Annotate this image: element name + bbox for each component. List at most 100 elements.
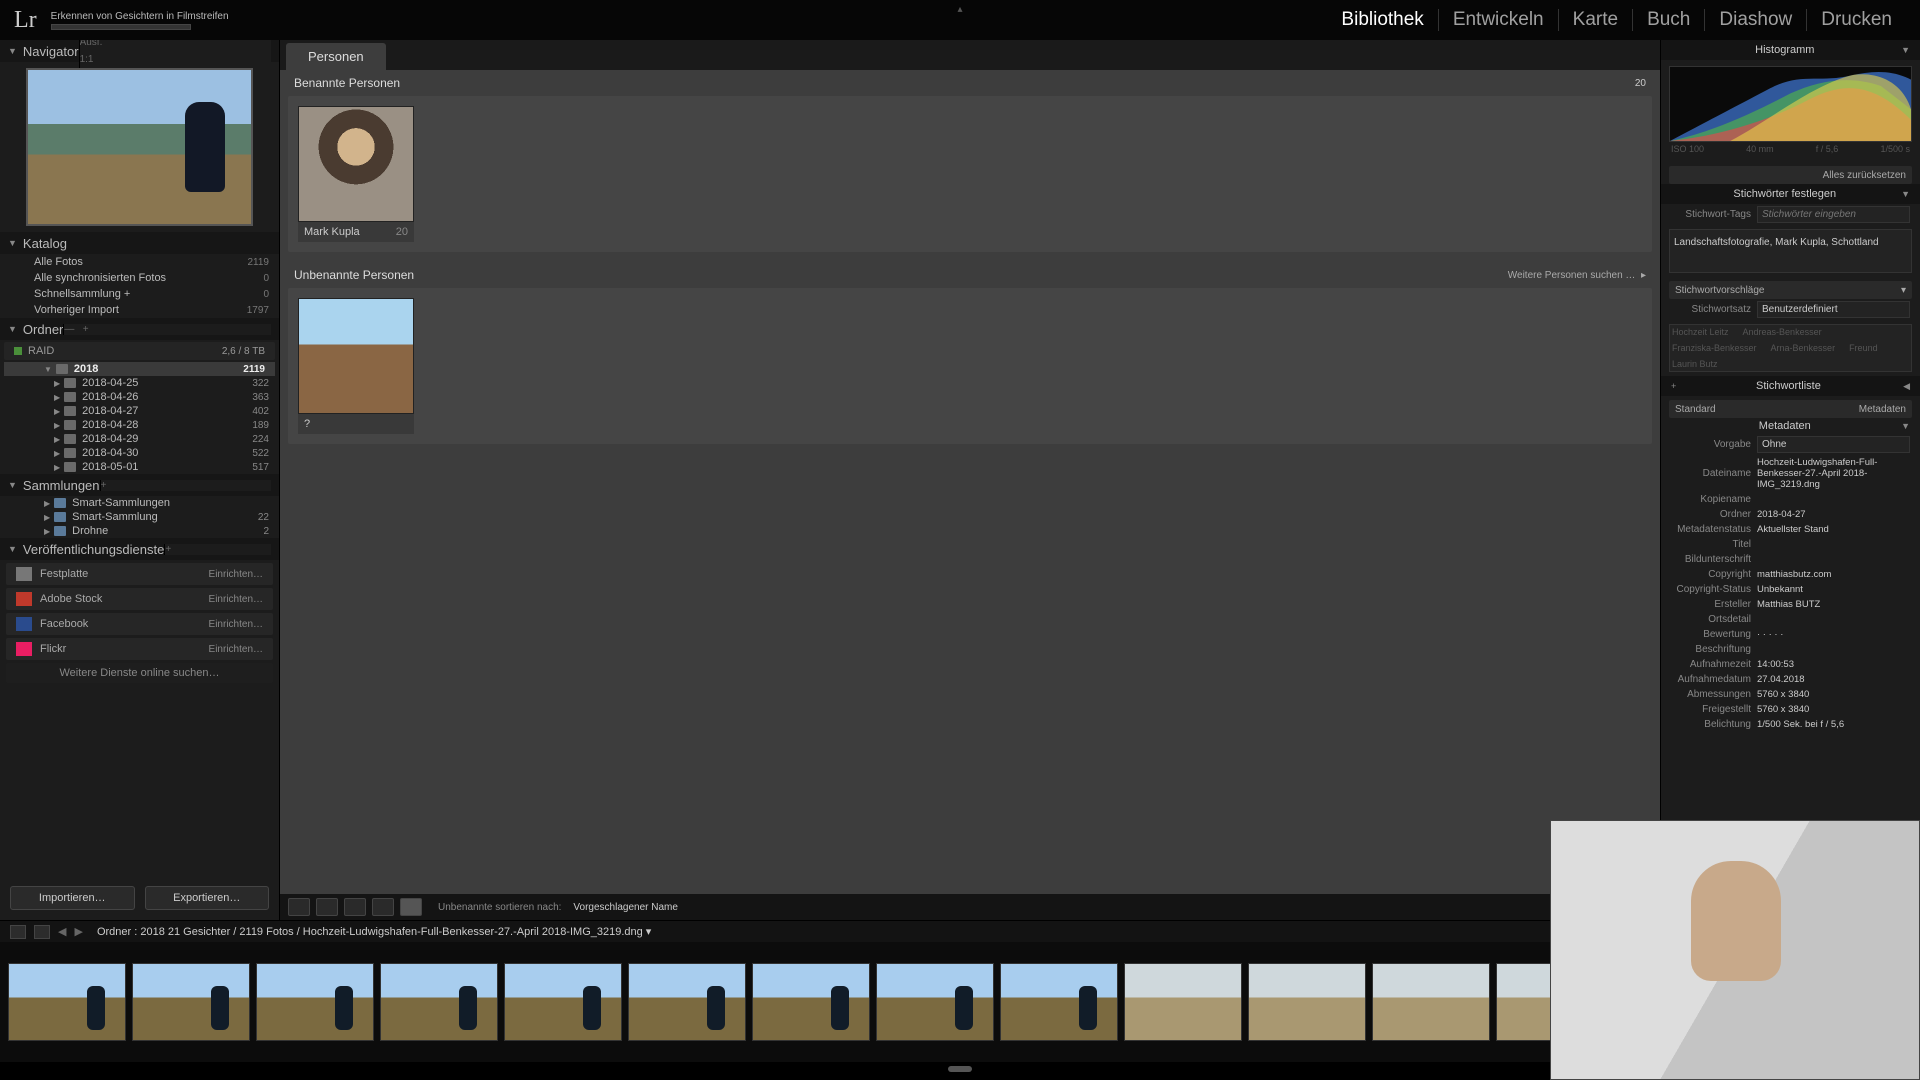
metadata-header[interactable]: Metadaten ▼ — [1661, 418, 1920, 434]
metadata-row[interactable]: Belichtung1/500 Sek. bei f / 5,6 — [1661, 717, 1920, 732]
import-button[interactable]: Importieren… — [10, 886, 135, 910]
service-row[interactable]: FacebookEinrichten… — [6, 613, 273, 635]
folder-year[interactable]: ▼ 2018 2119 — [4, 362, 275, 376]
metadata-row[interactable]: Beschriftung — [1661, 642, 1920, 657]
view-grid-button[interactable] — [288, 898, 310, 916]
filmstrip-thumb[interactable] — [628, 963, 746, 1041]
folder-row[interactable]: ▶2018-04-26363 — [0, 390, 279, 404]
filmstrip-thumb[interactable] — [752, 963, 870, 1041]
view-survey-button[interactable] — [372, 898, 394, 916]
view-loupe-button[interactable] — [316, 898, 338, 916]
service-row[interactable]: Adobe StockEinrichten… — [6, 588, 273, 610]
service-row[interactable]: FestplatteEinrichten… — [6, 563, 273, 585]
collection-row[interactable]: ▶Smart-Sammlung22 — [0, 510, 279, 524]
module-bibliothek[interactable]: Bibliothek — [1327, 9, 1437, 31]
folder-row[interactable]: ▶2018-04-27402 — [0, 404, 279, 418]
catalog-row[interactable]: Schnellsammlung +0 — [0, 286, 279, 302]
metadata-row[interactable]: Bewertung· · · · · — [1661, 627, 1920, 642]
filmstrip-path[interactable]: Ordner : 2018 21 Gesichter / 2119 Fotos … — [97, 925, 651, 938]
navigator-header[interactable]: ▼ Navigator Einp.Ausf.1:13:1 — [0, 40, 279, 62]
keyword-suggestion[interactable]: Franziska-Benkesser — [1672, 343, 1757, 353]
tab-people[interactable]: Personen — [286, 43, 386, 70]
find-more-people[interactable]: Weitere Personen suchen … ▸ — [1508, 270, 1646, 281]
keyword-suggestion[interactable]: Hochzeit Leitz — [1672, 327, 1729, 337]
metadata-row[interactable]: MetadatenstatusAktuellster Stand — [1661, 522, 1920, 537]
sort-value[interactable]: Vorgeschlagener Name — [573, 902, 678, 913]
services-more[interactable]: Weitere Dienste online suchen… — [6, 663, 273, 683]
metadata-row[interactable]: DateinameHochzeit-Ludwigshafen-Full-Benk… — [1661, 455, 1920, 492]
metadata-row[interactable]: Abmessungen5760 x 3840 — [1661, 687, 1920, 702]
folder-row[interactable]: ▶2018-04-28189 — [0, 418, 279, 432]
keyword-suggestion[interactable]: Freund — [1849, 343, 1878, 353]
folder-row[interactable]: ▶2018-04-30522 — [0, 446, 279, 460]
keywordlist-header[interactable]: + Stichwortliste ◀ — [1661, 376, 1920, 396]
metadata-row[interactable]: Kopiename — [1661, 492, 1920, 507]
module-buch[interactable]: Buch — [1632, 9, 1704, 31]
metadata-row[interactable]: Freigestellt5760 x 3840 — [1661, 702, 1920, 717]
panel-toggle-top[interactable]: ▴ — [957, 4, 962, 15]
metadata-row[interactable]: Ortsdetail — [1661, 612, 1920, 627]
export-button[interactable]: Exportieren… — [145, 886, 270, 910]
metadata-row[interactable]: Copyrightmatthiasbutz.com — [1661, 567, 1920, 582]
metadata-row[interactable]: Aufnahmezeit14:00:53 — [1661, 657, 1920, 672]
folder-row[interactable]: ▶2018-04-25322 — [0, 376, 279, 390]
histogram[interactable] — [1669, 66, 1912, 142]
volume-row[interactable]: RAID 2,6 / 8 TB — [4, 342, 275, 360]
catalog-row[interactable]: Alle Fotos2119 — [0, 254, 279, 270]
keyword-suggestion[interactable]: Laurin Butz — [1672, 359, 1718, 369]
filmstrip-thumb[interactable] — [1248, 963, 1366, 1041]
person-card[interactable]: ? — [298, 298, 414, 434]
histogram-header[interactable]: Histogramm ▼ — [1661, 40, 1920, 60]
filmstrip-thumb[interactable] — [8, 963, 126, 1041]
second-monitor-icon[interactable] — [10, 925, 26, 939]
module-drucken[interactable]: Drucken — [1806, 9, 1906, 31]
metadata-row[interactable]: Aufnahmedatum27.04.2018 — [1661, 672, 1920, 687]
collection-row[interactable]: ▶Drohne2 — [0, 524, 279, 538]
metadata-row[interactable]: Bildunterschrift — [1661, 552, 1920, 567]
filmstrip-thumb[interactable] — [504, 963, 622, 1041]
folders-tools[interactable]: — + — [63, 324, 271, 335]
module-entwickeln[interactable]: Entwickeln — [1438, 9, 1558, 31]
folder-row[interactable]: ▶2018-04-29224 — [0, 432, 279, 446]
module-diashow[interactable]: Diashow — [1704, 9, 1806, 31]
module-karte[interactable]: Karte — [1558, 9, 1632, 31]
filmstrip-thumb[interactable] — [876, 963, 994, 1041]
collections-add[interactable]: + — [100, 480, 271, 491]
view-compare-button[interactable] — [344, 898, 366, 916]
metadata-row[interactable]: Copyright-StatusUnbekannt — [1661, 582, 1920, 597]
keywords-applied[interactable]: Landschaftsfotografie, Mark Kupla, Schot… — [1669, 229, 1912, 273]
service-row[interactable]: FlickrEinrichten… — [6, 638, 273, 660]
metadata-row[interactable]: Titel — [1661, 537, 1920, 552]
filmstrip-thumb[interactable] — [256, 963, 374, 1041]
filmstrip-thumb[interactable] — [1000, 963, 1118, 1041]
keyword-tags-input[interactable]: Stichwörter eingeben — [1757, 206, 1910, 223]
keyword-suggestion[interactable]: Arna-Benkesser — [1771, 343, 1836, 353]
catalog-row[interactable]: Vorheriger Import1797 — [0, 302, 279, 318]
view-people-button[interactable] — [400, 898, 422, 916]
keywording-header[interactable]: Stichwörter festlegen ▼ — [1661, 184, 1920, 204]
metadata-row[interactable]: Ordner2018-04-27 — [1661, 507, 1920, 522]
person-card[interactable]: Mark Kupla20 — [298, 106, 414, 242]
nav-back-icon[interactable]: ◀ — [58, 925, 66, 938]
keyword-suggestions-header[interactable]: Stichwortvorschläge▾ — [1669, 281, 1912, 299]
collection-row[interactable]: ▶Smart-Sammlungen — [0, 496, 279, 510]
grid-icon[interactable] — [34, 925, 50, 939]
metadata-preset-bar[interactable]: Standard Metadaten — [1669, 400, 1912, 418]
collections-header[interactable]: ▼ Sammlungen + — [0, 474, 279, 496]
catalog-row[interactable]: Alle synchronisierten Fotos0 — [0, 270, 279, 286]
keyword-suggestion[interactable]: Andreas-Benkesser — [1743, 327, 1822, 337]
reset-all-button[interactable]: Alles zurücksetzen — [1669, 166, 1912, 184]
folder-row[interactable]: ▶2018-05-01517 — [0, 460, 279, 474]
navigator-preview[interactable] — [0, 62, 279, 232]
keyword-set-select[interactable]: Benutzerdefiniert — [1757, 301, 1910, 318]
catalog-header[interactable]: ▼ Katalog — [0, 232, 279, 254]
services-add[interactable]: + — [164, 544, 271, 555]
folders-header[interactable]: ▼ Ordner — + — [0, 318, 279, 340]
filmstrip-thumb[interactable] — [132, 963, 250, 1041]
nav-mode[interactable]: Ausf. — [80, 40, 271, 48]
nav-fwd-icon[interactable]: ▶ — [74, 925, 82, 938]
services-header[interactable]: ▼ Veröffentlichungsdienste + — [0, 538, 279, 560]
filmstrip-thumb[interactable] — [1124, 963, 1242, 1041]
metadata-row[interactable]: ErstellerMatthias BUTZ — [1661, 597, 1920, 612]
filmstrip-thumb[interactable] — [1372, 963, 1490, 1041]
